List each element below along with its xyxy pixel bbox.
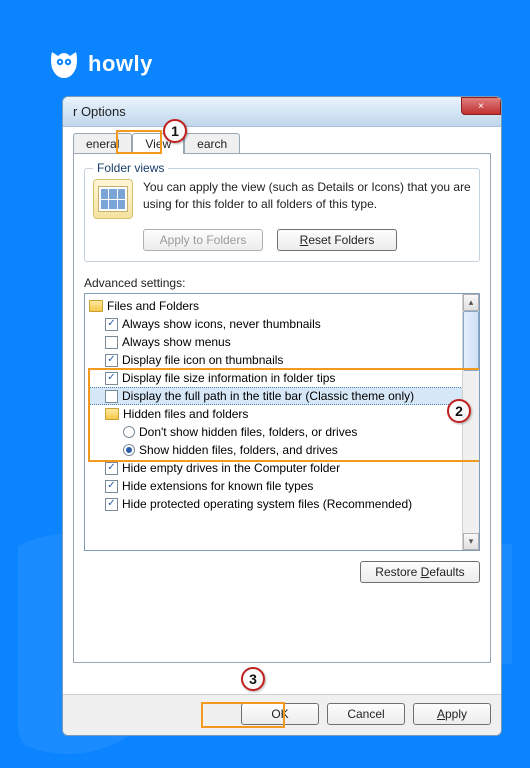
tree-item-label: Display the full path in the title bar (… — [122, 389, 414, 403]
tree-item[interactable]: Show hidden files, folders, and drives — [89, 441, 479, 459]
scroll-thumb[interactable] — [463, 311, 479, 371]
group-folder-views: Folder views You can apply the view (suc… — [84, 168, 480, 262]
advanced-settings-tree[interactable]: Files and Folders ✓ Always show icons, ne… — [84, 293, 480, 551]
tree-item[interactable]: ✓ Always show icons, never thumbnails — [89, 315, 479, 333]
close-icon: × — [478, 101, 484, 112]
checkbox[interactable]: ✓ — [105, 462, 118, 475]
close-button[interactable]: × — [461, 97, 501, 115]
callout-3: 3 — [241, 667, 265, 691]
tree-item-label: Always show icons, never thumbnails — [122, 317, 321, 331]
tree-item-label: Show hidden files, folders, and drives — [139, 443, 338, 457]
tab-strip: eneral View earch — [73, 133, 491, 154]
tab-general[interactable]: eneral — [73, 133, 132, 154]
folder-icon — [89, 300, 103, 312]
brand: howly — [48, 48, 153, 80]
titlebar[interactable]: r Options × — [63, 97, 501, 127]
tree-item-label: Don't show hidden files, folders, or dri… — [139, 425, 357, 439]
window-body: eneral View earch Folder views You can a… — [63, 127, 501, 673]
tree-item-label: Display file size information in folder … — [122, 371, 335, 385]
scrollbar[interactable]: ▴ ▾ — [462, 294, 479, 550]
scroll-up-button[interactable]: ▴ — [463, 294, 479, 311]
folder-views-description: You can apply the view (such as Details … — [143, 179, 471, 219]
dialog-button-row: OK Cancel Apply — [63, 694, 501, 735]
cancel-button[interactable]: Cancel — [327, 703, 405, 725]
ok-button[interactable]: OK — [241, 703, 319, 725]
checkbox[interactable] — [105, 390, 118, 403]
checkbox[interactable]: ✓ — [105, 480, 118, 493]
callout-2: 2 — [447, 399, 471, 423]
tree-item-label: Hide extensions for known file types — [122, 479, 313, 493]
tree-item[interactable]: ✓ Display file icon on thumbnails — [89, 351, 479, 369]
tree-item[interactable]: ✓ Hide extensions for known file types — [89, 477, 479, 495]
tree-item[interactable]: Hidden files and folders — [89, 405, 479, 423]
window-title: r Options — [73, 104, 126, 119]
radio[interactable] — [123, 444, 135, 456]
tree-item[interactable]: ✓ Hide protected operating system files (… — [89, 495, 479, 513]
tree-item[interactable]: Always show menus — [89, 333, 479, 351]
checkbox[interactable]: ✓ — [105, 354, 118, 367]
tree-root[interactable]: Files and Folders — [89, 297, 479, 315]
owl-icon — [48, 48, 80, 80]
group-label: Folder views — [93, 161, 168, 175]
tab-panel-view: Folder views You can apply the view (suc… — [73, 153, 491, 663]
checkbox[interactable]: ✓ — [105, 498, 118, 511]
tree-item-label: Always show menus — [122, 335, 231, 349]
advanced-settings-label: Advanced settings: — [84, 276, 480, 290]
tree-item[interactable]: ✓ Display file size information in folder… — [89, 369, 479, 387]
radio[interactable] — [123, 426, 135, 438]
tree-item-label: Hidden files and folders — [123, 407, 248, 421]
apply-to-folders-button: Apply to Folders — [143, 229, 263, 251]
tree-item-label: Display file icon on thumbnails — [122, 353, 283, 367]
tree-item[interactable]: Display the full path in the title bar (… — [89, 387, 479, 405]
folder-views-icon — [93, 179, 133, 219]
brand-text: howly — [88, 51, 153, 77]
card-background: howly r Options × eneral View earch Fold… — [18, 14, 512, 754]
tree-item-label: Hide empty drives in the Computer folder — [122, 461, 340, 475]
tree-item-label: Hide protected operating system files (R… — [122, 497, 412, 511]
checkbox[interactable]: ✓ — [105, 372, 118, 385]
reset-folders-button[interactable]: Reset Folders — [277, 229, 397, 251]
checkbox[interactable] — [105, 336, 118, 349]
callout-1: 1 — [163, 119, 187, 143]
tree-root-label: Files and Folders — [107, 299, 199, 313]
restore-defaults-button[interactable]: Restore Defaults — [360, 561, 480, 583]
apply-button[interactable]: Apply — [413, 703, 491, 725]
checkbox[interactable]: ✓ — [105, 318, 118, 331]
tree-item[interactable]: ✓ Hide empty drives in the Computer folde… — [89, 459, 479, 477]
tree-item[interactable]: Don't show hidden files, folders, or dri… — [89, 423, 479, 441]
tab-search[interactable]: earch — [184, 133, 240, 154]
scroll-down-button[interactable]: ▾ — [463, 533, 479, 550]
folder-icon — [105, 408, 119, 420]
folder-options-window: r Options × eneral View earch Folder vie… — [62, 96, 502, 736]
